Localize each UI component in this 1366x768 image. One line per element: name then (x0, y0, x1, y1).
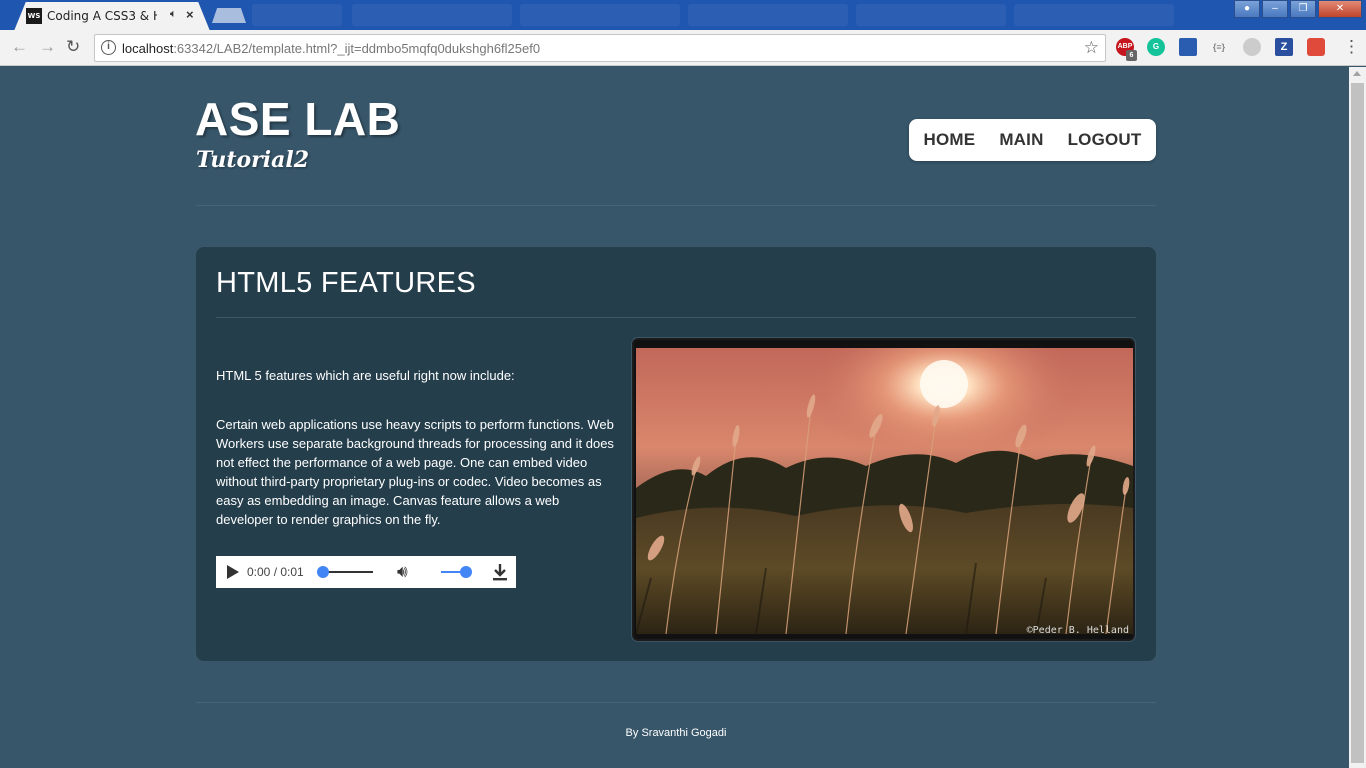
adblock-count-badge: 6 (1126, 50, 1137, 61)
features-card: HTML5 FEATURES HTML 5 features which are… (196, 247, 1156, 661)
footer-text: By Sravanthi Gogadi (625, 727, 727, 739)
tab-title: Coding A CSS3 & HTML5 (47, 9, 157, 23)
back-arrow-icon[interactable]: ← (11, 38, 28, 56)
main-nav: HOME MAIN LOGOUT (909, 119, 1156, 161)
browser-toolbar: ← → ↻ i localhost:63342/LAB2/template.ht… (0, 30, 1366, 66)
site-subtitle: Tutorial2 (196, 147, 310, 173)
maximize-button[interactable]: ❐ (1290, 0, 1316, 18)
speaker-icon[interactable]: 🔈︎ (170, 8, 177, 21)
user-icon[interactable]: ● (1234, 0, 1260, 18)
scroll-up-arrow-icon[interactable] (1353, 71, 1361, 76)
zotero-icon[interactable]: Z (1275, 38, 1293, 56)
nav-main-link[interactable]: MAIN (999, 130, 1043, 150)
nav-logout-link[interactable]: LOGOUT (1068, 130, 1142, 150)
header-divider (196, 205, 1156, 206)
audio-seek-bar[interactable] (322, 571, 373, 573)
tab-active[interactable]: WS Coding A CSS3 & HTML5 🔈︎ × (14, 2, 210, 31)
reload-icon[interactable]: ↻ (66, 38, 80, 56)
browser-titlebar: WS Coding A CSS3 & HTML5 🔈︎ × ● – ❐ ✕ (0, 0, 1366, 31)
tab-close-icon[interactable]: × (186, 7, 194, 22)
video-credit: ©Peder B. Helland (1026, 625, 1129, 636)
menu-kebab-icon[interactable]: ⋮ (1343, 38, 1360, 56)
forward-arrow-icon[interactable]: → (39, 38, 56, 56)
video-player[interactable]: ©Peder B. Helland (632, 338, 1135, 641)
new-tab-button[interactable] (212, 8, 246, 23)
bookmark-star-icon[interactable]: ☆ (1084, 38, 1099, 58)
info-icon[interactable]: i (101, 40, 116, 55)
pdf-icon[interactable] (1307, 38, 1325, 56)
address-bar[interactable]: i localhost:63342/LAB2/template.html?_ij… (94, 34, 1106, 62)
audio-seek-handle[interactable] (317, 566, 329, 578)
minimize-button[interactable]: – (1262, 0, 1288, 18)
section-divider (216, 317, 1136, 318)
bookmark-icon[interactable] (1179, 38, 1197, 56)
sunset-field-image (636, 348, 1133, 634)
feather-icon[interactable] (1243, 38, 1261, 56)
audio-player: 0:00 / 0:01 🔊︎ (216, 556, 516, 588)
volume-icon[interactable]: 🔊︎ (397, 562, 408, 582)
close-window-button[interactable]: ✕ (1318, 0, 1362, 18)
site-title: ASE LAB (195, 93, 401, 145)
json-icon[interactable]: {≡} (1210, 38, 1228, 56)
background-tab[interactable] (252, 4, 342, 26)
background-tab[interactable] (520, 4, 680, 26)
window-controls: ● – ❐ ✕ (1234, 0, 1362, 18)
page-viewport: ASE LAB Tutorial2 HOME MAIN LOGOUT HTML5… (0, 67, 1349, 768)
background-tab[interactable] (1014, 4, 1174, 26)
section-heading: HTML5 FEATURES (216, 267, 476, 299)
nav-home-link[interactable]: HOME (924, 130, 976, 150)
webstorm-icon: WS (26, 8, 42, 24)
background-tab[interactable] (688, 4, 848, 26)
play-icon[interactable] (227, 565, 239, 579)
audio-time: 0:00 / 0:01 (247, 565, 304, 579)
scroll-thumb[interactable] (1351, 83, 1364, 763)
volume-handle[interactable] (460, 566, 472, 578)
body-paragraph: Certain web applications use heavy scrip… (216, 417, 614, 527)
download-icon[interactable] (492, 563, 508, 581)
intro-text: HTML 5 features which are useful right n… (216, 368, 515, 383)
background-tab[interactable] (856, 4, 1006, 26)
footer-divider (196, 702, 1156, 703)
page-scrollbar[interactable] (1349, 67, 1366, 768)
background-tab[interactable] (352, 4, 512, 26)
grammarly-icon[interactable]: G (1147, 38, 1165, 56)
video-frame[interactable] (636, 348, 1133, 634)
address-url[interactable]: localhost:63342/LAB2/template.html?_ijt=… (122, 41, 540, 56)
